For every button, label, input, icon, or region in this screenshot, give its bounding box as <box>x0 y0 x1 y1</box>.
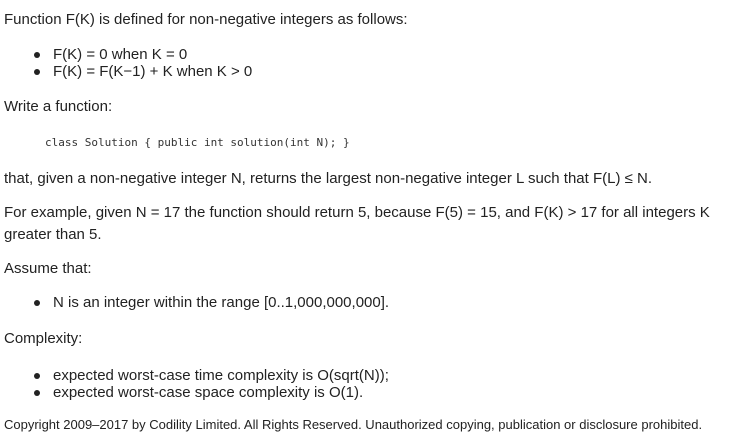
complexity-heading: Complexity: <box>4 330 83 347</box>
intro-text: Function F(K) is defined for non-negativ… <box>4 11 408 28</box>
assume-heading: Assume that: <box>4 260 92 277</box>
bullet-icon <box>34 372 40 379</box>
definition-item-recursive: F(K) = F(K−1) + K when K > 0 <box>32 63 252 80</box>
copyright-notice: Copyright 2009–2017 by Codility Limited.… <box>4 417 703 432</box>
definition-list: F(K) = 0 when K = 0 F(K) = F(K−1) + K wh… <box>32 46 252 80</box>
code-signature: class Solution { public int solution(int… <box>45 136 350 149</box>
complexity-item-text: expected worst-case time complexity is O… <box>53 367 389 384</box>
bullet-icon <box>34 51 40 58</box>
complexity-list: expected worst-case time complexity is O… <box>32 367 389 401</box>
definition-item-base: F(K) = 0 when K = 0 <box>32 46 252 63</box>
assumption-item-text: N is an integer within the range [0..1,0… <box>53 294 390 311</box>
task-description: Function F(K) is defined for non-negativ… <box>0 0 739 447</box>
write-function-text: Write a function: <box>4 98 113 115</box>
bullet-icon <box>34 389 40 396</box>
complexity-item-text: expected worst-case space complexity is … <box>53 384 364 401</box>
assumption-list: N is an integer within the range [0..1,0… <box>32 292 389 314</box>
example-text: For example, given N = 17 the function s… <box>4 204 710 243</box>
assumption-item: N is an integer within the range [0..1,0… <box>32 292 389 314</box>
bullet-icon <box>34 300 40 306</box>
bullet-icon <box>34 68 40 75</box>
returns-text: that, given a non-negative integer N, re… <box>4 170 653 187</box>
definition-item-text: F(K) = 0 when K = 0 <box>53 46 188 63</box>
complexity-item-time: expected worst-case time complexity is O… <box>32 367 389 384</box>
definition-item-text: F(K) = F(K−1) + K when K > 0 <box>53 63 253 80</box>
complexity-item-space: expected worst-case space complexity is … <box>32 384 389 401</box>
